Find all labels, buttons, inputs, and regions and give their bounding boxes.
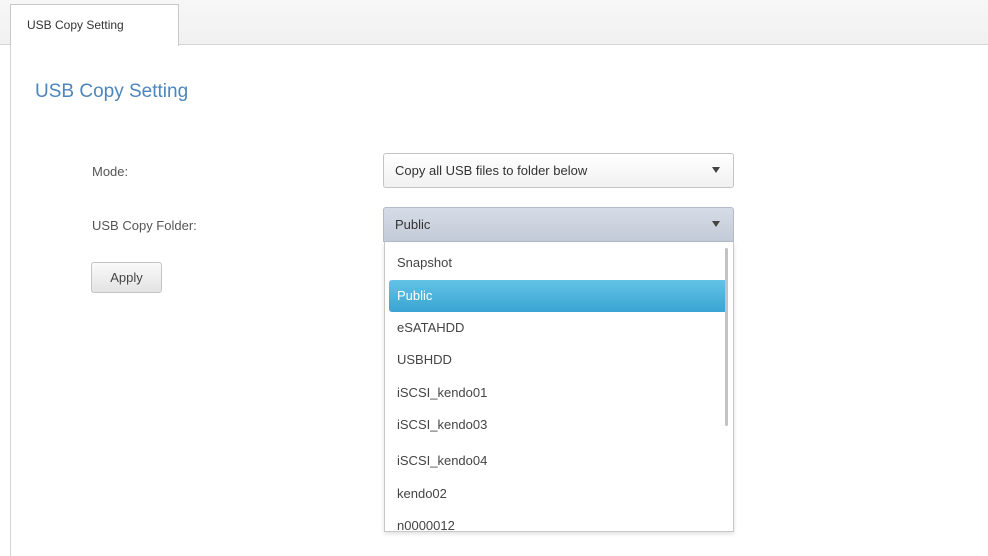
section-title: USB Copy Setting	[35, 81, 189, 102]
dropdown-option-iscsi-kendo01[interactable]: iSCSI_kendo01	[389, 377, 727, 409]
usb-copy-setting-page: USB Copy Setting USB Copy Setting Mode: …	[0, 0, 988, 556]
dropdown-option-n0000012[interactable]: n0000012	[389, 510, 727, 531]
dropdown-option-kendo02[interactable]: kendo02	[389, 478, 727, 510]
dropdown-option-public[interactable]: Public	[389, 280, 727, 312]
dropdown-option-snapshot[interactable]: Snapshot	[389, 247, 727, 279]
chevron-down-icon	[712, 221, 720, 227]
mode-label: Mode:	[92, 164, 129, 179]
usb-copy-folder-dropdown-list[interactable]: Snapshot Public eSATAHDD USBHDD iSCSI_ke…	[384, 242, 734, 532]
dropdown-option-iscsi-kendo03[interactable]: iSCSI_kendo03	[389, 409, 727, 441]
dropdown-scrollbar[interactable]	[725, 248, 728, 426]
dropdown-option-iscsi-kendo04[interactable]: iSCSI_kendo04	[389, 445, 727, 477]
apply-button[interactable]: Apply	[91, 262, 162, 293]
dropdown-option-usbhdd[interactable]: USBHDD	[389, 344, 727, 376]
usb-copy-folder-label: USB Copy Folder:	[92, 218, 197, 233]
usb-copy-folder-select-value: Public	[395, 217, 431, 232]
tab-usb-copy-setting[interactable]: USB Copy Setting	[10, 4, 179, 46]
content-left-border	[10, 45, 11, 556]
tab-bar: USB Copy Setting	[0, 0, 988, 46]
usb-copy-folder-select[interactable]: Public	[383, 207, 734, 242]
mode-select[interactable]: Copy all USB files to folder below	[383, 153, 734, 188]
dropdown-option-esatahdd[interactable]: eSATAHDD	[389, 312, 727, 344]
mode-select-value: Copy all USB files to folder below	[395, 163, 588, 178]
chevron-down-icon	[712, 167, 720, 173]
